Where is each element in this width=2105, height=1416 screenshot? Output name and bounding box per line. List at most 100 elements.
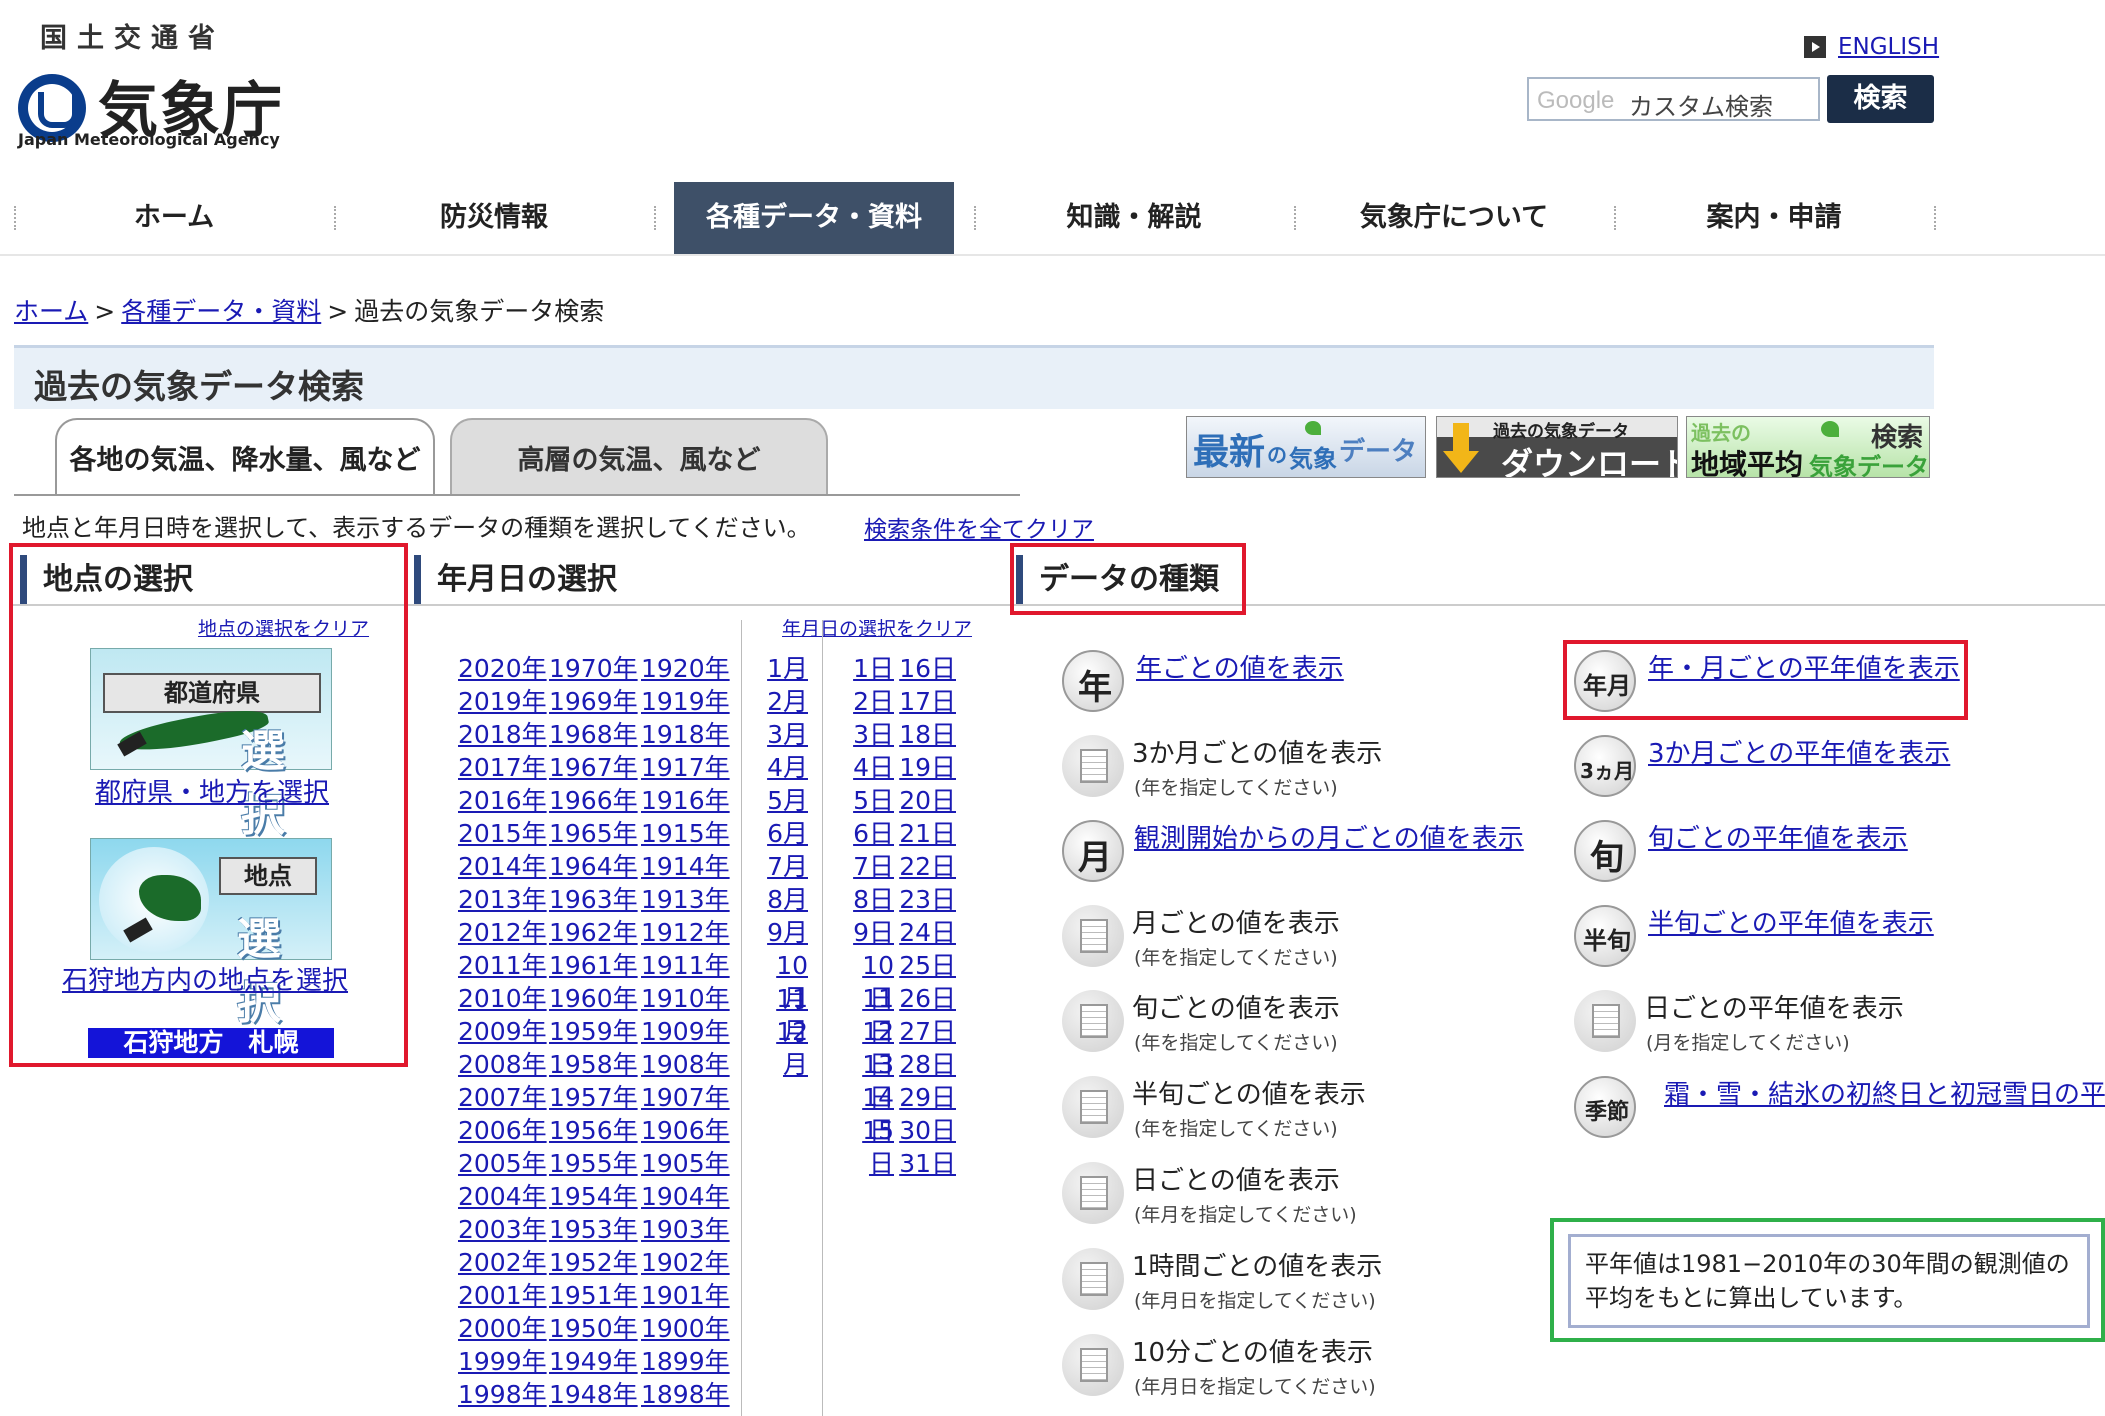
year-link[interactable]: 1954年 — [549, 1182, 638, 1211]
year-link[interactable]: 1964年 — [549, 852, 638, 881]
year-link[interactable]: 1902年 — [641, 1248, 730, 1277]
tab-surface[interactable]: 各地の気温、降水量、風など — [55, 418, 435, 496]
year-link[interactable]: 1968年 — [549, 720, 638, 749]
year-link[interactable]: 1970年 — [549, 654, 638, 683]
day-link[interactable]: 6日 — [853, 819, 894, 848]
datatype-normal-3month-link[interactable]: 3か月ごとの平年値を表示 — [1648, 733, 1950, 770]
day-link[interactable]: 18日 — [899, 720, 956, 749]
day-link[interactable]: 3日 — [853, 720, 894, 749]
day-link[interactable]: 19日 — [899, 753, 956, 782]
year-link[interactable]: 1950年 — [549, 1314, 638, 1343]
year-link[interactable]: 1904年 — [641, 1182, 730, 1211]
year-link[interactable]: 1961年 — [549, 951, 638, 980]
year-link[interactable]: 1960年 — [549, 984, 638, 1013]
day-link[interactable]: 9日 — [853, 918, 894, 947]
three-month-icon[interactable]: 3ヵ月 — [1574, 735, 1636, 797]
day-link[interactable]: 1日 — [853, 654, 894, 683]
year-link[interactable]: 2010年 — [458, 984, 547, 1013]
year-link[interactable]: 1906年 — [641, 1116, 730, 1145]
year-link[interactable]: 1909年 — [641, 1017, 730, 1046]
year-link[interactable]: 2005年 — [458, 1149, 547, 1178]
year-link[interactable]: 2003年 — [458, 1215, 547, 1244]
year-link[interactable]: 1965年 — [549, 819, 638, 848]
day-link[interactable]: 24日 — [899, 918, 956, 947]
year-link[interactable]: 1951年 — [549, 1281, 638, 1310]
month-link[interactable]: 4月 — [767, 753, 808, 782]
year-link[interactable]: 2011年 — [458, 951, 547, 980]
year-link[interactable]: 1999年 — [458, 1347, 547, 1376]
year-link[interactable]: 1969年 — [549, 687, 638, 716]
year-link[interactable]: 2006年 — [458, 1116, 547, 1145]
year-link[interactable]: 1910年 — [641, 984, 730, 1013]
hanjun-icon[interactable]: 半旬 — [1574, 905, 1636, 967]
day-link[interactable]: 4日 — [853, 753, 894, 782]
year-link[interactable]: 1952年 — [549, 1248, 638, 1277]
year-link[interactable]: 1958年 — [549, 1050, 638, 1079]
search-input[interactable]: Google カスタム検索 — [1527, 77, 1820, 121]
year-link[interactable]: 2013年 — [458, 885, 547, 914]
year-link[interactable]: 1914年 — [641, 852, 730, 881]
day-link[interactable]: 20日 — [899, 786, 956, 815]
latest-data-banner[interactable]: 最新 の 気象 データ — [1186, 416, 1426, 478]
datatype-normal-jun-link[interactable]: 旬ごとの平年値を表示 — [1648, 818, 1908, 855]
year-link[interactable]: 2002年 — [458, 1248, 547, 1277]
year-link[interactable]: 1913年 — [641, 885, 730, 914]
year-link[interactable]: 1962年 — [549, 918, 638, 947]
year-link[interactable]: 1948年 — [549, 1380, 638, 1409]
day-link[interactable]: 30日 — [899, 1116, 956, 1145]
year-link[interactable]: 1907年 — [641, 1083, 730, 1112]
english-link[interactable]: ENGLISH — [1838, 34, 1939, 60]
day-link[interactable]: 7日 — [853, 852, 894, 881]
month-link[interactable]: 6月 — [767, 819, 808, 848]
year-link[interactable]: 1998年 — [458, 1380, 547, 1409]
season-icon[interactable]: 季節 — [1574, 1076, 1636, 1138]
year-link[interactable]: 2009年 — [458, 1017, 547, 1046]
year-link[interactable]: 1918年 — [641, 720, 730, 749]
day-link[interactable]: 31日 — [899, 1149, 956, 1178]
year-link[interactable]: 1916年 — [641, 786, 730, 815]
day-link[interactable]: 26日 — [899, 984, 956, 1013]
year-link[interactable]: 2018年 — [458, 720, 547, 749]
clear-all-link[interactable]: 検索条件を全てクリア — [864, 510, 1094, 544]
year-link[interactable]: 2007年 — [458, 1083, 547, 1112]
year-link[interactable]: 2012年 — [458, 918, 547, 947]
year-link[interactable]: 1899年 — [641, 1347, 730, 1376]
year-link[interactable]: 1949年 — [549, 1347, 638, 1376]
day-link[interactable]: 23日 — [899, 885, 956, 914]
nav-item-knowledge[interactable]: 知識・解説 — [974, 182, 1294, 254]
search-button[interactable]: 検索 — [1827, 75, 1934, 123]
day-link[interactable]: 5日 — [853, 786, 894, 815]
month-link[interactable]: 5月 — [767, 786, 808, 815]
year-link[interactable]: 2016年 — [458, 786, 547, 815]
nav-item-disaster[interactable]: 防災情報 — [334, 182, 654, 254]
day-link[interactable]: 2日 — [853, 687, 894, 716]
year-link[interactable]: 2004年 — [458, 1182, 547, 1211]
download-banner[interactable]: 過去の気象データ ダウンロード — [1436, 416, 1678, 478]
year-link[interactable]: 1912年 — [641, 918, 730, 947]
month-link[interactable]: 12月 — [776, 1017, 808, 1079]
month-link[interactable]: 2月 — [767, 687, 808, 716]
year-link[interactable]: 1955年 — [549, 1149, 638, 1178]
year-link[interactable]: 1953年 — [549, 1215, 638, 1244]
datatype-frost-snow-link[interactable]: 霜・雪・結氷の初終日と初冠雪日の平 — [1664, 1074, 2105, 1111]
day-link[interactable]: 28日 — [899, 1050, 956, 1079]
year-link[interactable]: 2008年 — [458, 1050, 547, 1079]
nav-item-guide[interactable]: 案内・申請 — [1614, 182, 1934, 254]
day-link[interactable]: 8日 — [853, 885, 894, 914]
day-link[interactable]: 22日 — [899, 852, 956, 881]
datatype-yearly-link[interactable]: 年ごとの値を表示 — [1136, 648, 1344, 685]
day-link[interactable]: 29日 — [899, 1083, 956, 1112]
breadcrumb-data[interactable]: 各種データ・資料 — [121, 297, 321, 326]
year-link[interactable]: 1915年 — [641, 819, 730, 848]
day-link[interactable]: 27日 — [899, 1017, 956, 1046]
year-link[interactable]: 1905年 — [641, 1149, 730, 1178]
year-link[interactable]: 1908年 — [641, 1050, 730, 1079]
year-link[interactable]: 1919年 — [641, 687, 730, 716]
year-link[interactable]: 1903年 — [641, 1215, 730, 1244]
year-link[interactable]: 1911年 — [641, 951, 730, 980]
year-link[interactable]: 1956年 — [549, 1116, 638, 1145]
month-link[interactable]: 1月 — [767, 654, 808, 683]
year-link[interactable]: 1966年 — [549, 786, 638, 815]
day-link[interactable]: 25日 — [899, 951, 956, 980]
year-link[interactable]: 1920年 — [641, 654, 730, 683]
